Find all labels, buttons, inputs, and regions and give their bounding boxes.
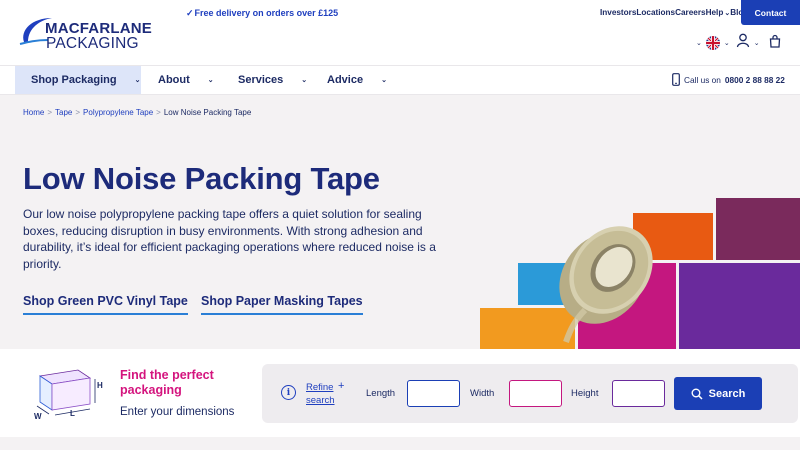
search-icon [691,388,703,400]
hero-blocks-graphic [480,198,800,350]
refine-search-link[interactable]: Refine search [306,381,338,407]
search-button[interactable]: Search [674,377,762,410]
main-navigation: Shop Packaging ⌄ About ⌄ Services ⌄ Advice ⌄… [0,65,800,95]
height-input[interactable] [612,380,665,407]
nav-advice[interactable]: Advice ⌄ [327,66,387,94]
nav-shop-packaging[interactable]: Shop Packaging ⌄ [15,66,141,94]
breadcrumb-current: Low Noise Packing Tape [163,108,252,117]
search-button-label: Search [708,387,746,400]
phone-number: 0800 2 88 88 22 [724,74,785,85]
phone-icon [672,73,680,86]
locations-link[interactable]: Locations [636,8,675,17]
chevron-down-icon: ⌄ [134,77,141,84]
help-link-label: Help [705,8,724,17]
shop-paper-masking-tapes-link[interactable]: Shop Paper Masking Tapes [201,294,363,315]
user-icon[interactable] [736,33,750,53]
call-us-text: Call us on [684,74,721,85]
logo-text-top: MACFARLANE [45,20,152,37]
flag-uk-icon[interactable] [705,36,720,50]
free-delivery-banner: ✓Free delivery on orders over £125 [186,8,338,19]
breadcrumb-polypropylene-tape[interactable]: Polypropylene Tape [83,108,153,117]
utility-links: Investors Locations Careers Help⌄ Blog [600,8,748,17]
hero-description: Our low noise polypropylene packing tape… [23,207,436,271]
length-label: Length [366,388,396,399]
box-length-label: L [70,409,75,418]
call-us-link[interactable]: Call us on 0800 2 88 88 22 [672,73,785,86]
nav-shop-packaging-label: Shop Packaging [31,74,117,86]
plus-icon[interactable]: + [338,380,344,392]
top-header: MACFARLANE PACKAGING ✓Free delivery on o… [0,0,800,65]
finder-heading: Find the perfect packaging [120,368,214,397]
length-input[interactable] [407,380,460,407]
finder-subheading: Enter your dimensions [120,406,235,418]
page-bottom-strip [0,437,800,450]
free-delivery-text: Free delivery on orders over £125 [194,8,339,18]
contact-button[interactable]: Contact [741,0,800,25]
chevron-down-icon[interactable]: ⌄ [696,39,702,47]
chevron-down-icon[interactable]: ⌄ [724,39,730,47]
shop-green-pvc-vinyl-tape-link[interactable]: Shop Green PVC Vinyl Tape [23,294,188,315]
info-icon[interactable]: i [281,385,296,400]
logo-text-bottom: PACKAGING [46,35,139,52]
breadcrumb: Home > Tape > Polypropylene Tape > Low Noise P… [23,108,251,117]
page-title: Low Noise Packing Tape [23,161,380,196]
help-link[interactable]: Help⌄ [706,8,731,17]
chevron-down-icon: ⌄ [207,77,214,84]
header-icon-group: ⌄ ⌄ ⌄ [696,33,781,53]
width-input[interactable] [509,380,562,407]
breadcrumb-separator: > [75,108,81,117]
investors-link[interactable]: Investors [600,8,636,17]
nav-about-label: About [158,74,190,86]
hero-illustration [470,190,800,350]
breadcrumb-tape[interactable]: Tape [55,108,72,117]
box-height-label: H [97,381,103,390]
basket-icon[interactable] [769,34,781,53]
box-dimensions-icon: H W L [28,366,108,427]
chevron-down-icon[interactable]: ⌄ [754,39,760,47]
macfarlane-logo[interactable]: MACFARLANE PACKAGING [18,12,154,52]
nav-services-label: Services [238,74,284,86]
breadcrumb-home[interactable]: Home [23,108,44,117]
nav-about[interactable]: About ⌄ [158,66,214,94]
breadcrumb-separator: > [156,108,161,117]
check-icon: ✓ [186,8,194,18]
width-label: Width [470,388,495,399]
chevron-down-icon: ⌄ [301,77,308,84]
nav-services[interactable]: Services ⌄ [238,66,307,94]
chevron-down-icon: ⌄ [381,77,387,84]
nav-advice-label: Advice [327,74,364,86]
box-width-label: W [34,412,42,421]
breadcrumb-separator: > [47,108,53,117]
height-label: Height [571,388,599,399]
careers-link[interactable]: Careers [675,8,706,17]
